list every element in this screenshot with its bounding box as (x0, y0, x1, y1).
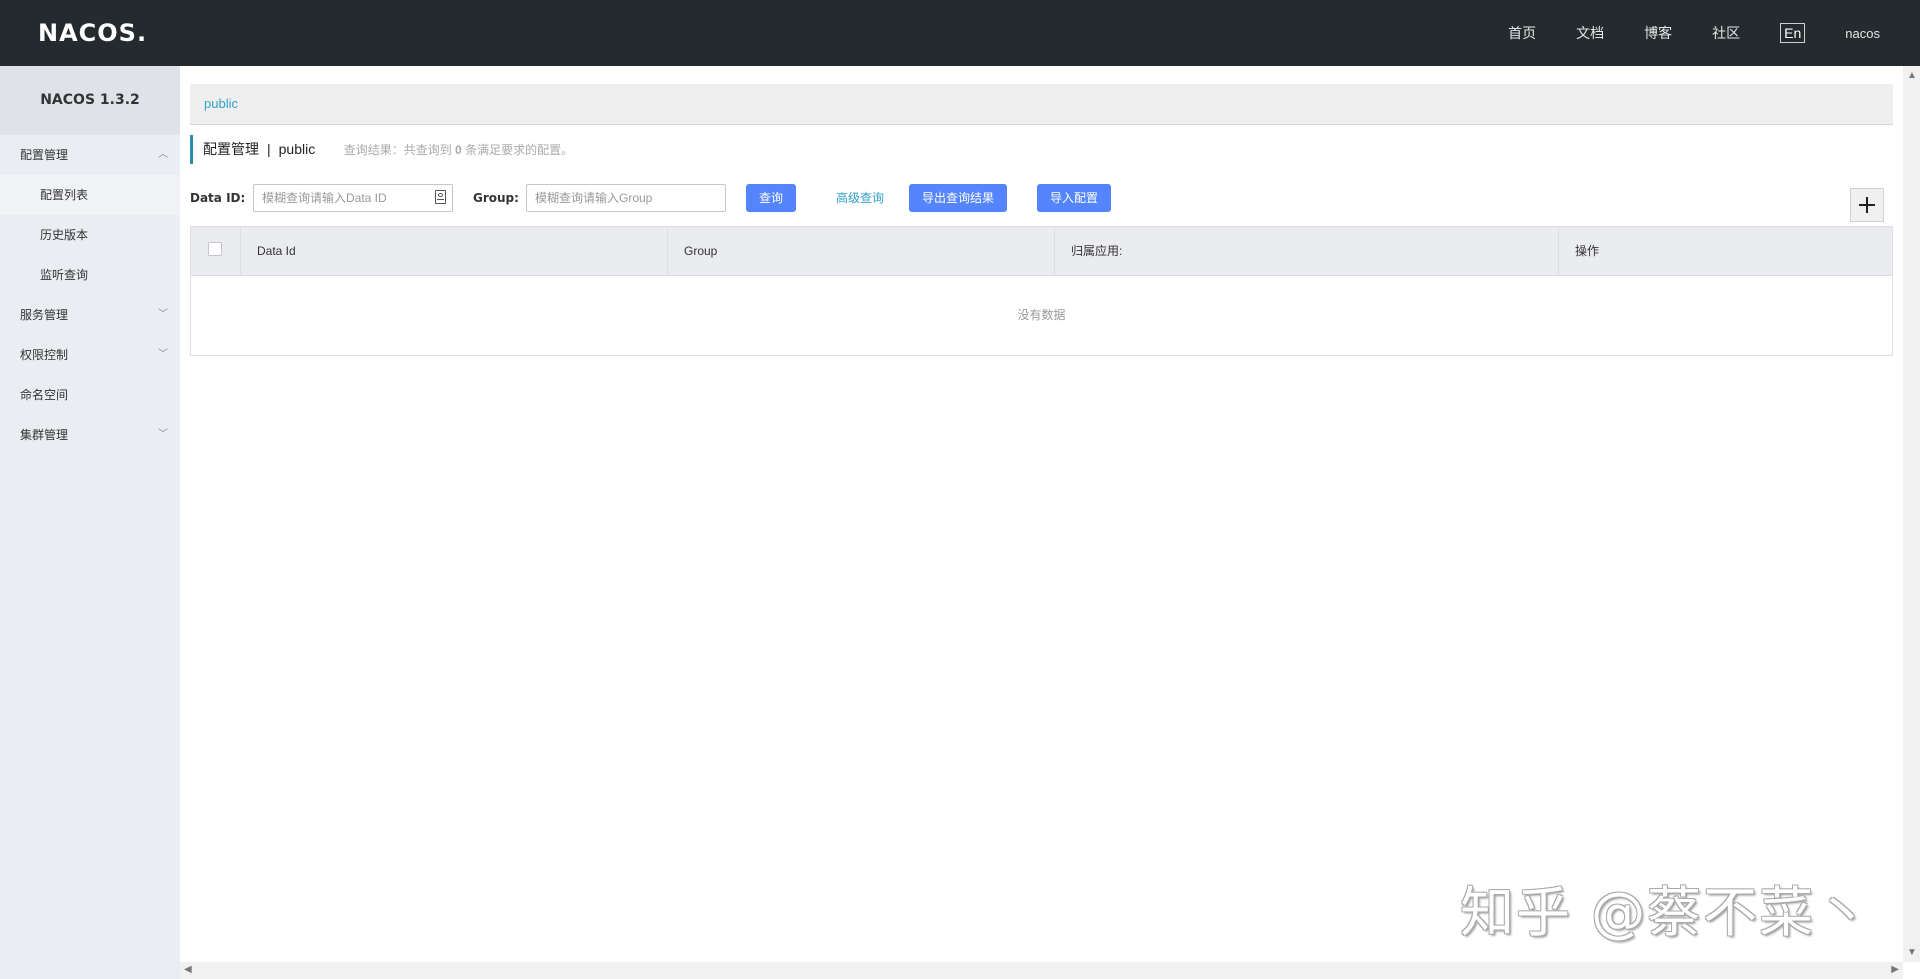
query-result-summary: 查询结果：共查询到 0 条满足要求的配置。 (344, 143, 573, 157)
sidebar-item-service-management[interactable]: 服务管理 ﹀ (0, 295, 180, 335)
advanced-query-link[interactable]: 高级查询 (836, 184, 884, 212)
column-header-app[interactable]: 归属应用: (1055, 227, 1559, 275)
sidebar-item-access-control[interactable]: 权限控制 ﹀ (0, 335, 180, 375)
nav-blog[interactable]: 博客 (1644, 23, 1672, 43)
sidebar-item-label: 权限控制 (20, 348, 69, 362)
column-header-data-id[interactable]: Data Id (241, 227, 668, 275)
scroll-down-arrow-icon[interactable]: ▼ (1907, 947, 1917, 958)
chevron-down-icon: ﹀ (158, 429, 168, 440)
column-header-group[interactable]: Group (668, 227, 1055, 275)
select-all-checkbox[interactable] (208, 242, 222, 256)
nav-community[interactable]: 社区 (1712, 23, 1740, 43)
sidebar-item-cluster-management[interactable]: 集群管理 ﹀ (0, 415, 180, 455)
main-content: public 配置管理 | public 查询结果：共查询到 0 条满足要求的配置。… (180, 66, 1920, 979)
data-id-input[interactable] (253, 184, 453, 212)
sidebar-item-namespace[interactable]: 命名空间 (0, 375, 180, 415)
chevron-down-icon: ﹀ (158, 349, 168, 360)
sidebar-item-label: 配置管理 (20, 148, 69, 162)
table-header: Data Id Group 归属应用: 操作 (191, 227, 1892, 276)
empty-table-message: 没有数据 (1017, 308, 1066, 322)
import-config-button[interactable]: 导入配置 (1037, 184, 1111, 212)
data-id-label: Data ID: (190, 191, 246, 205)
column-header-actions: 操作 (1575, 244, 1600, 258)
page-title-section: 配置管理 (203, 141, 259, 157)
add-config-button[interactable] (1850, 188, 1884, 222)
result-count: 0 (455, 143, 462, 157)
watermark: 知乎 @蔡不菜丶 (1460, 881, 1872, 944)
horizontal-scrollbar[interactable]: ◀ ▶ (180, 962, 1903, 979)
title-separator: | (267, 141, 271, 157)
sidebar: NACOS 1.3.2 配置管理 ︿ 配置列表 历史版本 监听查询 服务管理 ﹀… (0, 66, 180, 979)
chevron-down-icon: ﹀ (158, 309, 168, 320)
nav-home[interactable]: 首页 (1508, 23, 1536, 43)
group-input[interactable] (526, 184, 726, 212)
vertical-scrollbar[interactable]: ▲ ▼ (1903, 66, 1920, 962)
version-label: NACOS 1.3.2 (0, 66, 180, 135)
sidebar-item-listener-query[interactable]: 监听查询 (0, 255, 180, 295)
sidebar-item-config-management[interactable]: 配置管理 ︿ (0, 135, 180, 175)
id-card-icon (435, 190, 446, 204)
sidebar-item-label: 集群管理 (20, 428, 69, 442)
top-header: NACOS. 首页 文档 博客 社区 En nacos (0, 0, 1920, 66)
sidebar-item-config-list[interactable]: 配置列表 (0, 175, 180, 215)
nacos-logo[interactable]: NACOS. (38, 18, 147, 48)
page-title: 配置管理 | public 查询结果：共查询到 0 条满足要求的配置。 (190, 135, 573, 164)
namespace-link-public[interactable]: public (204, 96, 238, 111)
nav-docs[interactable]: 文档 (1576, 23, 1604, 43)
chevron-up-icon: ︿ (158, 149, 168, 160)
logo-text: NACOS. (38, 19, 148, 47)
namespace-bar: public (190, 84, 1893, 125)
scroll-up-arrow-icon[interactable]: ▲ (1907, 70, 1917, 81)
sidebar-item-label: 服务管理 (20, 308, 69, 322)
sidebar-item-label: 命名空间 (20, 388, 69, 402)
user-menu[interactable]: nacos (1845, 26, 1880, 41)
select-all-cell (191, 227, 241, 275)
page-title-namespace: public (278, 141, 316, 157)
result-prefix: 查询结果：共查询到 (343, 143, 452, 157)
scroll-left-arrow-icon[interactable]: ◀ (184, 964, 192, 975)
group-label: Group: (473, 191, 519, 205)
export-query-results-button[interactable]: 导出查询结果 (909, 184, 1007, 212)
config-table: Data Id Group 归属应用: 操作 没有数据 (190, 226, 1893, 356)
scroll-right-arrow-icon[interactable]: ▶ (1891, 964, 1899, 975)
sidebar-item-history[interactable]: 历史版本 (0, 215, 180, 255)
top-nav: 首页 文档 博客 社区 En nacos (1508, 0, 1920, 66)
result-suffix: 条满足要求的配置。 (465, 143, 574, 157)
language-switch-button[interactable]: En (1780, 23, 1806, 43)
query-button[interactable]: 查询 (746, 184, 796, 212)
